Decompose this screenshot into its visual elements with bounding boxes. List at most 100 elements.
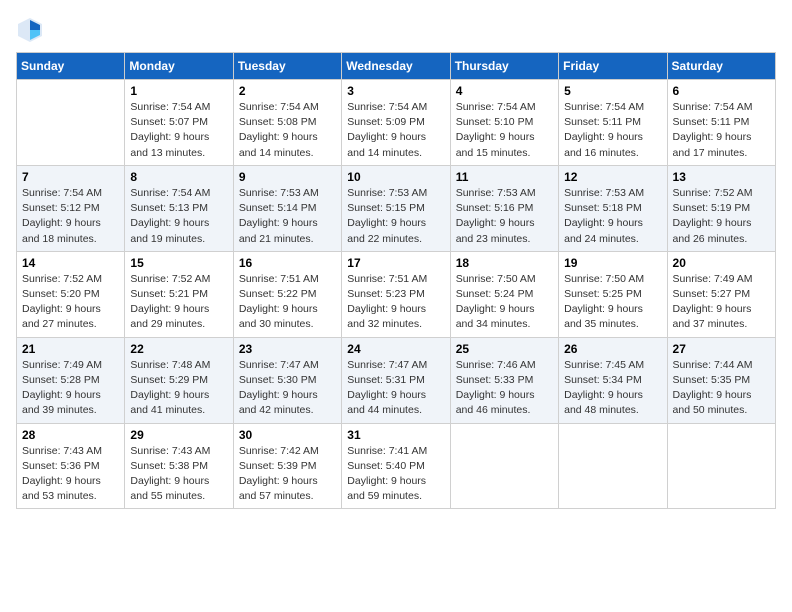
- day-number: 19: [564, 256, 661, 270]
- calendar-cell: 17Sunrise: 7:51 AM Sunset: 5:23 PM Dayli…: [342, 251, 450, 337]
- day-number: 16: [239, 256, 336, 270]
- day-number: 12: [564, 170, 661, 184]
- day-info: Sunrise: 7:43 AM Sunset: 5:36 PM Dayligh…: [22, 444, 119, 505]
- day-info: Sunrise: 7:54 AM Sunset: 5:09 PM Dayligh…: [347, 100, 444, 161]
- day-info: Sunrise: 7:49 AM Sunset: 5:28 PM Dayligh…: [22, 358, 119, 419]
- day-info: Sunrise: 7:54 AM Sunset: 5:08 PM Dayligh…: [239, 100, 336, 161]
- day-number: 8: [130, 170, 227, 184]
- day-number: 1: [130, 84, 227, 98]
- calendar-cell: 13 Sunrise: 7:52 AM Sunset: 5:19 PM Dayli…: [667, 165, 775, 251]
- day-info: Sunrise: 7:54 AM Sunset: 5:07 PM Dayligh…: [130, 100, 227, 161]
- day-info: Sunrise: 7:42 AM Sunset: 5:39 PM Dayligh…: [239, 444, 336, 505]
- day-number: 30: [239, 428, 336, 442]
- calendar-cell: 22 Sunrise: 7:48 AM Sunset: 5:29 PM Dayli…: [125, 337, 233, 423]
- day-info: Sunrise: 7:54 AM Sunset: 5:13 PM Dayligh…: [130, 186, 227, 247]
- day-info: Sunrise: 7:47 AM Sunset: 5:31 PM Dayligh…: [347, 358, 444, 419]
- day-info: Sunrise: 7:41 AM Sunset: 5:40 PM Dayligh…: [347, 444, 444, 505]
- calendar-cell: 7Sunrise: 7:54 AM Sunset: 5:12 PM Daylig…: [17, 165, 125, 251]
- day-info: Sunrise: 7:54 AM Sunset: 5:10 PM Dayligh…: [456, 100, 553, 161]
- day-of-week-header: Friday: [559, 53, 667, 80]
- day-number: 2: [239, 84, 336, 98]
- day-number: 6: [673, 84, 770, 98]
- calendar-week-row: 28Sunrise: 7:43 AM Sunset: 5:36 PM Dayli…: [17, 423, 776, 509]
- day-number: 22: [130, 342, 227, 356]
- day-number: 9: [239, 170, 336, 184]
- calendar-cell: [450, 423, 558, 509]
- calendar-cell: 31 Sunrise: 7:41 AM Sunset: 5:40 PM Dayli…: [342, 423, 450, 509]
- day-of-week-header: Thursday: [450, 53, 558, 80]
- calendar-cell: [667, 423, 775, 509]
- day-of-week-header: Monday: [125, 53, 233, 80]
- calendar-week-row: 7Sunrise: 7:54 AM Sunset: 5:12 PM Daylig…: [17, 165, 776, 251]
- day-info: Sunrise: 7:51 AM Sunset: 5:22 PM Dayligh…: [239, 272, 336, 333]
- logo: [16, 16, 48, 44]
- calendar-cell: 1 Sunrise: 7:54 AM Sunset: 5:07 PM Daylig…: [125, 80, 233, 166]
- day-info: Sunrise: 7:52 AM Sunset: 5:21 PM Dayligh…: [130, 272, 227, 333]
- day-of-week-header: Saturday: [667, 53, 775, 80]
- day-number: 3: [347, 84, 444, 98]
- day-number: 13: [673, 170, 770, 184]
- calendar-week-row: 14 Sunrise: 7:52 AM Sunset: 5:20 PM Dayli…: [17, 251, 776, 337]
- calendar-cell: 23Sunrise: 7:47 AM Sunset: 5:30 PM Dayli…: [233, 337, 341, 423]
- calendar-cell: 16 Sunrise: 7:51 AM Sunset: 5:22 PM Dayli…: [233, 251, 341, 337]
- day-info: Sunrise: 7:52 AM Sunset: 5:20 PM Dayligh…: [22, 272, 119, 333]
- day-number: 25: [456, 342, 553, 356]
- calendar-table: SundayMondayTuesdayWednesdayThursdayFrid…: [16, 52, 776, 509]
- calendar-cell: 5 Sunrise: 7:54 AM Sunset: 5:11 PM Daylig…: [559, 80, 667, 166]
- day-info: Sunrise: 7:44 AM Sunset: 5:35 PM Dayligh…: [673, 358, 770, 419]
- calendar-week-row: 1 Sunrise: 7:54 AM Sunset: 5:07 PM Daylig…: [17, 80, 776, 166]
- day-info: Sunrise: 7:46 AM Sunset: 5:33 PM Dayligh…: [456, 358, 553, 419]
- calendar-cell: 21 Sunrise: 7:49 AM Sunset: 5:28 PM Dayli…: [17, 337, 125, 423]
- calendar-cell: 15 Sunrise: 7:52 AM Sunset: 5:21 PM Dayli…: [125, 251, 233, 337]
- day-number: 29: [130, 428, 227, 442]
- calendar-cell: 3 Sunrise: 7:54 AM Sunset: 5:09 PM Daylig…: [342, 80, 450, 166]
- calendar-cell: 27 Sunrise: 7:44 AM Sunset: 5:35 PM Dayli…: [667, 337, 775, 423]
- day-info: Sunrise: 7:54 AM Sunset: 5:11 PM Dayligh…: [564, 100, 661, 161]
- day-info: Sunrise: 7:51 AM Sunset: 5:23 PM Dayligh…: [347, 272, 444, 333]
- day-info: Sunrise: 7:50 AM Sunset: 5:24 PM Dayligh…: [456, 272, 553, 333]
- day-info: Sunrise: 7:53 AM Sunset: 5:18 PM Dayligh…: [564, 186, 661, 247]
- day-info: Sunrise: 7:43 AM Sunset: 5:38 PM Dayligh…: [130, 444, 227, 505]
- calendar-cell: [559, 423, 667, 509]
- calendar-cell: [17, 80, 125, 166]
- day-number: 7: [22, 170, 119, 184]
- calendar-cell: 25 Sunrise: 7:46 AM Sunset: 5:33 PM Dayli…: [450, 337, 558, 423]
- calendar-cell: 24Sunrise: 7:47 AM Sunset: 5:31 PM Dayli…: [342, 337, 450, 423]
- day-info: Sunrise: 7:53 AM Sunset: 5:14 PM Dayligh…: [239, 186, 336, 247]
- day-number: 27: [673, 342, 770, 356]
- day-number: 18: [456, 256, 553, 270]
- day-number: 31: [347, 428, 444, 442]
- day-number: 23: [239, 342, 336, 356]
- calendar-cell: 29 Sunrise: 7:43 AM Sunset: 5:38 PM Dayli…: [125, 423, 233, 509]
- calendar-cell: 20 Sunrise: 7:49 AM Sunset: 5:27 PM Dayli…: [667, 251, 775, 337]
- day-number: 4: [456, 84, 553, 98]
- page-header: [16, 16, 776, 44]
- day-of-week-header: Wednesday: [342, 53, 450, 80]
- day-info: Sunrise: 7:49 AM Sunset: 5:27 PM Dayligh…: [673, 272, 770, 333]
- calendar-cell: 8 Sunrise: 7:54 AM Sunset: 5:13 PM Daylig…: [125, 165, 233, 251]
- day-info: Sunrise: 7:48 AM Sunset: 5:29 PM Dayligh…: [130, 358, 227, 419]
- day-number: 5: [564, 84, 661, 98]
- calendar-header-row: SundayMondayTuesdayWednesdayThursdayFrid…: [17, 53, 776, 80]
- calendar-cell: 2 Sunrise: 7:54 AM Sunset: 5:08 PM Daylig…: [233, 80, 341, 166]
- day-of-week-header: Sunday: [17, 53, 125, 80]
- day-number: 21: [22, 342, 119, 356]
- day-of-week-header: Tuesday: [233, 53, 341, 80]
- calendar-cell: 9 Sunrise: 7:53 AM Sunset: 5:14 PM Daylig…: [233, 165, 341, 251]
- day-number: 26: [564, 342, 661, 356]
- calendar-cell: 14 Sunrise: 7:52 AM Sunset: 5:20 PM Dayli…: [17, 251, 125, 337]
- day-info: Sunrise: 7:53 AM Sunset: 5:15 PM Dayligh…: [347, 186, 444, 247]
- calendar-cell: 30 Sunrise: 7:42 AM Sunset: 5:39 PM Dayli…: [233, 423, 341, 509]
- logo-icon: [16, 16, 44, 44]
- day-info: Sunrise: 7:52 AM Sunset: 5:19 PM Dayligh…: [673, 186, 770, 247]
- calendar-cell: 28Sunrise: 7:43 AM Sunset: 5:36 PM Dayli…: [17, 423, 125, 509]
- day-number: 20: [673, 256, 770, 270]
- calendar-week-row: 21 Sunrise: 7:49 AM Sunset: 5:28 PM Dayli…: [17, 337, 776, 423]
- day-number: 11: [456, 170, 553, 184]
- calendar-cell: 6Sunrise: 7:54 AM Sunset: 5:11 PM Daylig…: [667, 80, 775, 166]
- calendar-cell: 18 Sunrise: 7:50 AM Sunset: 5:24 PM Dayli…: [450, 251, 558, 337]
- day-number: 14: [22, 256, 119, 270]
- calendar-cell: 10Sunrise: 7:53 AM Sunset: 5:15 PM Dayli…: [342, 165, 450, 251]
- day-number: 15: [130, 256, 227, 270]
- day-info: Sunrise: 7:53 AM Sunset: 5:16 PM Dayligh…: [456, 186, 553, 247]
